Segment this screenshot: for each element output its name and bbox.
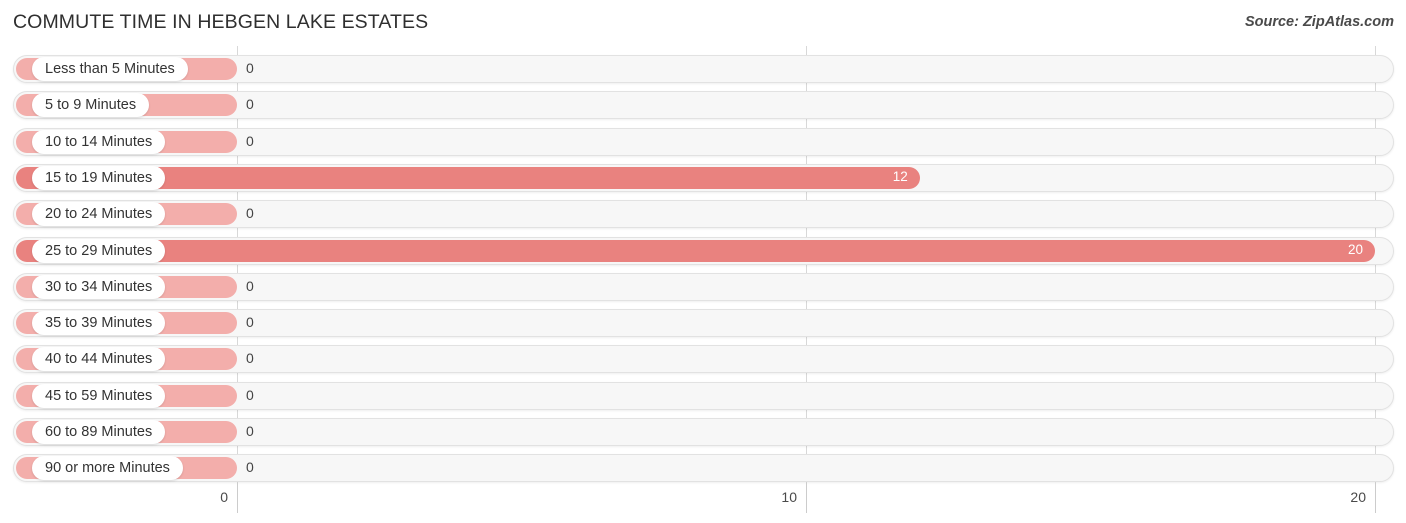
source-label: Source: ZipAtlas.com xyxy=(1244,14,1394,30)
bar-category-label: 20 to 24 Minutes xyxy=(32,202,166,227)
bar-category-label: 25 to 29 Minutes xyxy=(32,238,166,263)
bar-row[interactable]: 45 to 59 Minutes 0 xyxy=(13,381,1394,410)
bar-value-label: 0 xyxy=(246,386,254,403)
bar-row[interactable]: 40 to 44 Minutes 0 xyxy=(13,345,1394,374)
chart-header: COMMUTE TIME IN HEBGEN LAKE ESTATES Sour… xyxy=(0,0,1406,46)
axis-tick-line xyxy=(1375,483,1376,513)
bar-fill xyxy=(16,239,1375,262)
bar-rows: Less than 5 Minutes 0 5 to 9 Minutes 0 10 to… xyxy=(0,46,1406,483)
bar-row[interactable]: 30 to 34 Minutes 0 xyxy=(13,272,1394,301)
bar-value-label: 0 xyxy=(246,205,254,222)
bar-category-label: 40 to 44 Minutes xyxy=(32,347,166,372)
bar-value-label: 0 xyxy=(246,277,254,294)
bar-value-label: 0 xyxy=(246,96,254,113)
page-title: COMMUTE TIME IN HEBGEN LAKE ESTATES xyxy=(13,11,429,33)
bar-value-label: 0 xyxy=(246,459,254,476)
bar-row[interactable]: 5 to 9 Minutes 0 xyxy=(13,91,1394,120)
axis-tick-label: 20 xyxy=(1350,489,1366,505)
bar-row[interactable]: 60 to 89 Minutes 0 xyxy=(13,418,1394,446)
bar-row[interactable]: 10 to 14 Minutes 0 xyxy=(13,127,1394,156)
bar-value-label: 0 xyxy=(246,350,254,367)
bar-row[interactable]: 25 to 29 Minutes 20 xyxy=(13,236,1394,265)
bar-category-label: 5 to 9 Minutes xyxy=(32,93,150,118)
bar-row[interactable]: 15 to 19 Minutes 12 xyxy=(13,163,1394,192)
x-axis: 0 10 20 xyxy=(0,483,1406,523)
axis-tick-label: 0 xyxy=(220,489,228,505)
bar-category-label: 60 to 89 Minutes xyxy=(32,420,166,444)
bar-category-label: 90 or more Minutes xyxy=(32,456,183,481)
bar-value-label: 0 xyxy=(246,60,254,76)
bar-category-label: 30 to 34 Minutes xyxy=(32,274,166,299)
plot-area: Less than 5 Minutes 0 5 to 9 Minutes 0 10 to… xyxy=(0,46,1406,483)
bar-row[interactable]: 35 to 39 Minutes 0 xyxy=(13,309,1394,338)
bar-category-label: 10 to 14 Minutes xyxy=(32,129,166,154)
bar-category-label: 45 to 59 Minutes xyxy=(32,383,166,408)
bar-value-label: 20 xyxy=(1347,241,1363,257)
bar-category-label: 35 to 39 Minutes xyxy=(32,311,166,336)
bar-value-label: 0 xyxy=(246,132,254,149)
bar-category-label: Less than 5 Minutes xyxy=(32,57,188,81)
bar-category-label: 15 to 19 Minutes xyxy=(32,165,166,190)
bar-row[interactable]: Less than 5 Minutes 0 xyxy=(13,55,1394,83)
bar-row[interactable]: 90 or more Minutes 0 xyxy=(13,454,1394,483)
bar-value-label: 12 xyxy=(892,168,908,184)
bar-value-label: 0 xyxy=(246,314,254,331)
bar-row[interactable]: 20 to 24 Minutes 0 xyxy=(13,200,1394,229)
axis-tick-line xyxy=(806,483,807,513)
axis-tick-label: 10 xyxy=(781,489,797,505)
bar-value-label: 0 xyxy=(246,423,254,439)
axis-tick-line xyxy=(237,483,238,513)
